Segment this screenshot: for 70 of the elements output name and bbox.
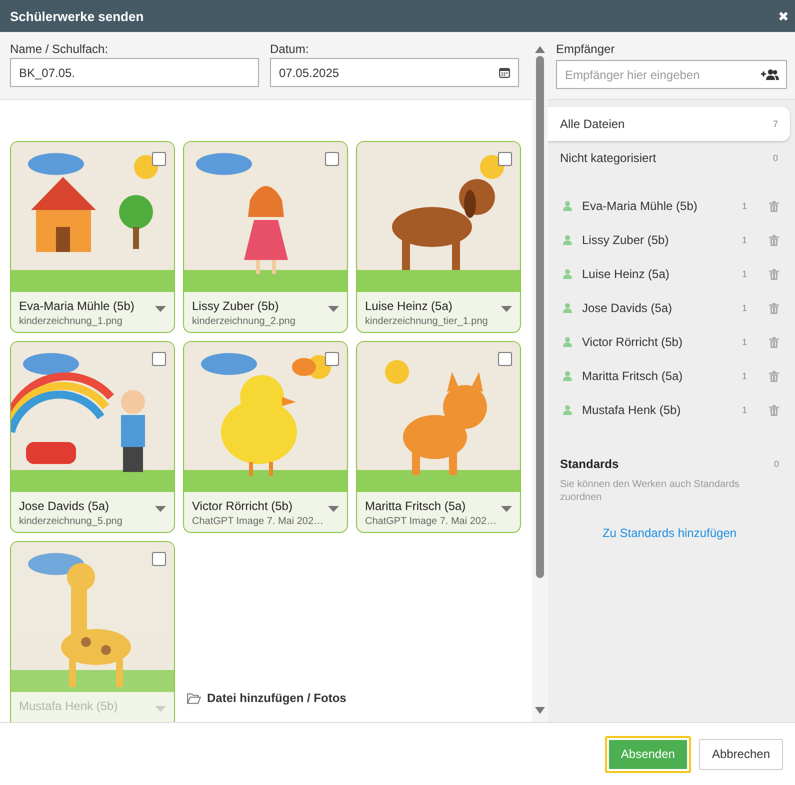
window-title: Schülerwerke senden bbox=[10, 8, 144, 24]
student-name: Jose Davids (5a) bbox=[19, 499, 110, 513]
field-label: Name / Schulfach: bbox=[10, 42, 110, 56]
checkbox[interactable] bbox=[498, 352, 512, 366]
caret-icon[interactable] bbox=[328, 506, 339, 512]
count: 1 bbox=[742, 269, 747, 279]
file-name: kinderzeichnung_tier_1.png bbox=[365, 316, 488, 327]
cancel-button[interactable]: Abbrechen bbox=[698, 738, 783, 770]
person-icon bbox=[563, 371, 572, 381]
student-item[interactable]: Victor Rörricht (5b) bbox=[582, 335, 732, 349]
person-icon bbox=[563, 269, 572, 279]
field-label: Datum: bbox=[270, 42, 310, 56]
folder-icon bbox=[187, 692, 201, 704]
student-item[interactable]: Maritta Fritsch (5a) bbox=[582, 369, 732, 383]
date-field[interactable]: 07.05.2025 bbox=[270, 58, 519, 87]
recipient-field[interactable]: Empfänger hier eingeben bbox=[556, 60, 787, 89]
close-button[interactable]: ✖ bbox=[778, 8, 789, 24]
student-item[interactable]: Luise Heinz (5a) bbox=[582, 267, 732, 281]
calendar-icon[interactable] bbox=[499, 67, 510, 78]
person-icon bbox=[563, 235, 572, 245]
person-icon bbox=[563, 201, 572, 211]
scroll-up-icon[interactable] bbox=[535, 46, 545, 53]
file-name: kinderzeichnung_2.png bbox=[192, 316, 296, 327]
checkbox[interactable] bbox=[325, 352, 339, 366]
file-name: ChatGPT Image 7. Mai 202… bbox=[365, 516, 497, 527]
student-name: Eva-Maria Mühle (5b) bbox=[19, 299, 134, 313]
hint-text: Sie können den Werken auch Standards zuordnen bbox=[560, 479, 740, 504]
file-name: kinderzeichnung_1.png bbox=[19, 316, 122, 327]
file-name: ChatGPT Image 7. Mai 202… bbox=[192, 516, 324, 527]
checkbox[interactable] bbox=[152, 552, 166, 566]
student-name: Lissy Zuber (5b) bbox=[192, 299, 279, 313]
file-name: kinderzeichnung_5.png bbox=[19, 516, 122, 527]
caret-icon[interactable] bbox=[328, 306, 339, 312]
checkbox[interactable] bbox=[498, 152, 512, 166]
caret-icon[interactable] bbox=[501, 506, 512, 512]
count: 1 bbox=[742, 405, 747, 415]
category-item[interactable]: Alle Dateien 7 bbox=[548, 107, 790, 141]
person-icon bbox=[563, 303, 572, 313]
count: 1 bbox=[742, 371, 747, 381]
count: 7 bbox=[772, 119, 778, 129]
scroll-down-icon[interactable] bbox=[535, 707, 545, 714]
caret-icon[interactable] bbox=[155, 306, 166, 312]
count: 1 bbox=[742, 235, 747, 245]
section-heading: Standards bbox=[560, 457, 619, 471]
person-icon bbox=[563, 337, 572, 347]
count: 1 bbox=[742, 337, 747, 347]
student-name: Luise Heinz (5a) bbox=[365, 299, 452, 313]
scrollbar[interactable] bbox=[532, 32, 548, 722]
checkbox[interactable] bbox=[152, 152, 166, 166]
checkbox[interactable] bbox=[152, 352, 166, 366]
count: 0 bbox=[772, 153, 778, 163]
person-icon bbox=[563, 405, 572, 415]
caret-icon[interactable] bbox=[155, 506, 166, 512]
add-people-icon[interactable] bbox=[761, 69, 779, 80]
count: 1 bbox=[742, 303, 747, 313]
caret-icon[interactable] bbox=[501, 306, 512, 312]
student-name: Victor Rörricht (5b) bbox=[192, 499, 292, 513]
student-name: Maritta Fritsch (5a) bbox=[365, 499, 466, 513]
student-item[interactable]: Mustafa Henk (5b) bbox=[582, 403, 732, 417]
student-item[interactable]: Eva-Maria Mühle (5b) bbox=[582, 199, 732, 213]
count: 0 bbox=[774, 459, 779, 469]
count: 1 bbox=[742, 201, 747, 211]
category-item[interactable]: Nicht kategorisiert 0 bbox=[548, 141, 790, 175]
field-label: Empfänger bbox=[556, 42, 616, 56]
student-item[interactable]: Jose Davids (5a) bbox=[582, 301, 732, 315]
student-name: Mustafa Henk (5b) bbox=[19, 699, 118, 713]
checkbox[interactable] bbox=[325, 152, 339, 166]
name-field[interactable]: BK_07.05. bbox=[10, 58, 259, 87]
add-files-link[interactable]: Datei hinzufügen / Fotos bbox=[207, 691, 346, 705]
student-item[interactable]: Lissy Zuber (5b) bbox=[582, 233, 732, 247]
